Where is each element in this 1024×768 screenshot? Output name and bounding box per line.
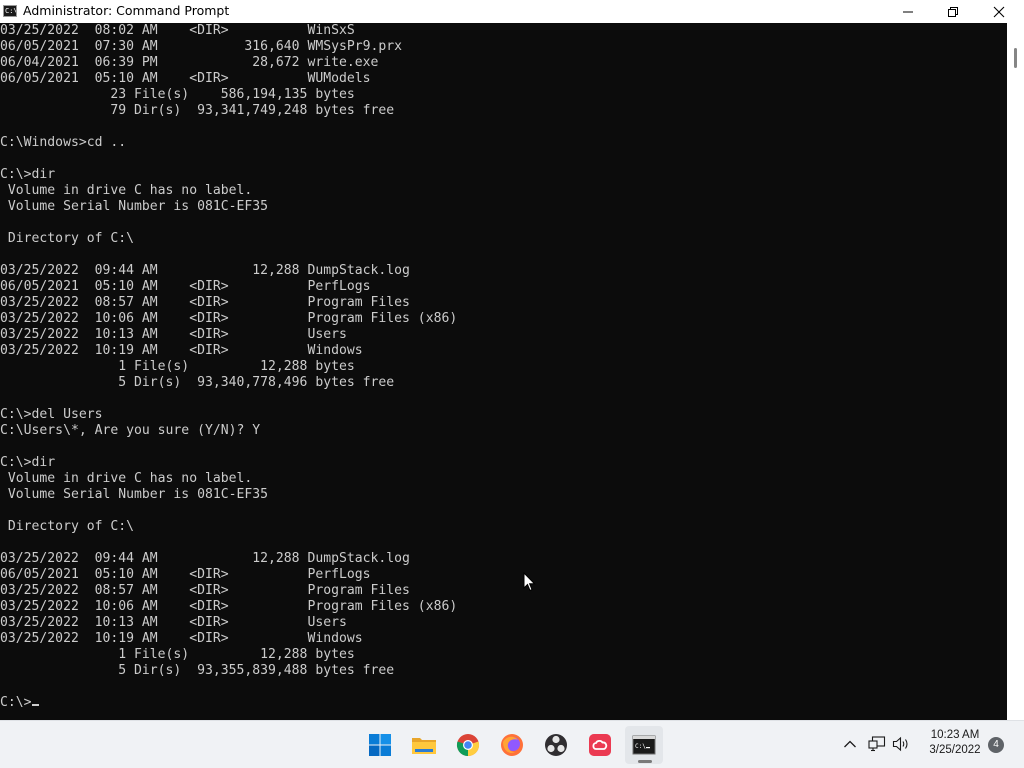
console-line: 5 Dir(s) 93,355,839,488 bytes free [0,663,395,678]
console-line: 1 File(s) 12,288 bytes [0,359,355,374]
network-status-button[interactable] [866,733,888,755]
taskbar-file-explorer[interactable] [405,726,443,764]
minimize-icon [903,11,913,12]
minimize-button[interactable] [885,0,931,23]
cmd-app-icon: C:\ [3,5,17,17]
notification-badge[interactable]: 4 [988,737,1004,753]
console-line: C:\>dir [0,455,56,470]
console-line: 79 Dir(s) 93,341,749,248 bytes free [0,103,395,118]
window-title: Administrator: Command Prompt [23,3,230,18]
console-line: Directory of C:\ [0,231,135,246]
show-hidden-icons-button[interactable] [839,733,861,755]
chevron-up-icon [844,740,856,748]
creative-cloud-icon [589,734,611,756]
console-text: 03/25/2022 08:02 AM <DIR> WinSxS 06/05/2… [0,23,1007,711]
console-output[interactable]: 03/25/2022 08:02 AM <DIR> WinSxS 06/05/2… [0,23,1007,720]
text-cursor [31,704,39,706]
console-line: 06/05/2021 05:10 AM <DIR> PerfLogs [0,279,371,294]
console-line: 06/05/2021 05:10 AM <DIR> PerfLogs [0,567,371,582]
console-line: C:\>dir [0,167,56,182]
firefox-icon [501,734,523,756]
console-line: 1 File(s) 12,288 bytes [0,647,355,662]
terminal-icon: C:\ [632,735,656,755]
windows-start-icon [369,734,391,756]
title-bar[interactable]: C:\ Administrator: Command Prompt [0,0,1024,23]
console-line: Volume Serial Number is 081C-EF35 [0,199,269,214]
console-line: C:\>del Users [0,407,103,422]
obs-icon [545,734,567,756]
svg-text:C:\: C:\ [635,743,646,750]
taskbar-firefox[interactable] [493,726,531,764]
vertical-scrollbar[interactable] [1007,23,1024,720]
console-line: 03/25/2022 10:06 AM <DIR> Program Files … [0,311,458,326]
console-line: 23 File(s) 586,194,135 bytes [0,87,355,102]
chrome-icon [456,734,480,757]
console-line: C:\Users\*, Are you sure (Y/N)? Y [0,423,261,438]
console-line: Volume in drive C has no label. [0,471,253,486]
clock-time: 10:23 AM [930,729,980,741]
active-app-indicator [638,760,652,763]
console-line: 03/25/2022 10:19 AM <DIR> Windows [0,343,363,358]
console-line: 03/25/2022 08:57 AM <DIR> Program Files [0,295,410,310]
console-line: 03/25/2022 09:44 AM 12,288 DumpStack.log [0,263,410,278]
scrollbar-thumb[interactable] [1014,48,1017,68]
console-line: 5 Dir(s) 93,340,778,496 bytes free [0,375,395,390]
taskbar-creative-cloud[interactable] [581,726,619,764]
console-line: 03/25/2022 10:13 AM <DIR> Users [0,615,347,630]
taskbar-command-prompt[interactable]: C:\ [625,726,663,764]
console-line: 06/05/2021 07:30 AM 316,640 WMSysPr9.prx [0,39,403,54]
start-button[interactable] [361,726,399,764]
folder-icon [412,738,436,754]
console-line: C:\Windows>cd .. [0,135,127,150]
close-button[interactable] [976,0,1022,23]
console-line: 03/25/2022 10:13 AM <DIR> Users [0,327,347,342]
console-line: 06/05/2021 05:10 AM <DIR> WUModels [0,71,371,86]
console-line: Volume in drive C has no label. [0,183,253,198]
taskbar-chrome[interactable] [449,726,487,764]
console-line: 03/25/2022 08:02 AM <DIR> WinSxS [0,23,355,38]
mouse-pointer-icon [523,572,536,592]
console-line: Directory of C:\ [0,519,135,534]
console-line: 03/25/2022 10:06 AM <DIR> Program Files … [0,599,458,614]
close-icon [993,6,1005,17]
network-icon [868,736,886,752]
console-line: Volume Serial Number is 081C-EF35 [0,487,269,502]
volume-icon [892,736,908,752]
clock-date: 3/25/2022 [929,744,981,756]
console-line: 03/25/2022 08:57 AM <DIR> Program Files [0,583,410,598]
maximize-button[interactable] [930,0,976,23]
console-line: 03/25/2022 10:19 AM <DIR> Windows [0,631,363,646]
taskbar: C:\ [0,720,1024,768]
volume-button[interactable] [890,733,912,755]
taskbar-obs[interactable] [537,726,575,764]
command-prompt-window: C:\ Administrator: Command Prompt 03/25/… [0,0,1024,720]
console-prompt: C:\> [0,695,32,710]
console-line: 03/25/2022 09:44 AM 12,288 DumpStack.log [0,551,410,566]
restore-icon [948,6,958,17]
taskbar-clock[interactable]: 10:23 AM 3/25/2022 [916,728,994,758]
console-line: 06/04/2021 06:39 PM 28,672 write.exe [0,55,379,70]
